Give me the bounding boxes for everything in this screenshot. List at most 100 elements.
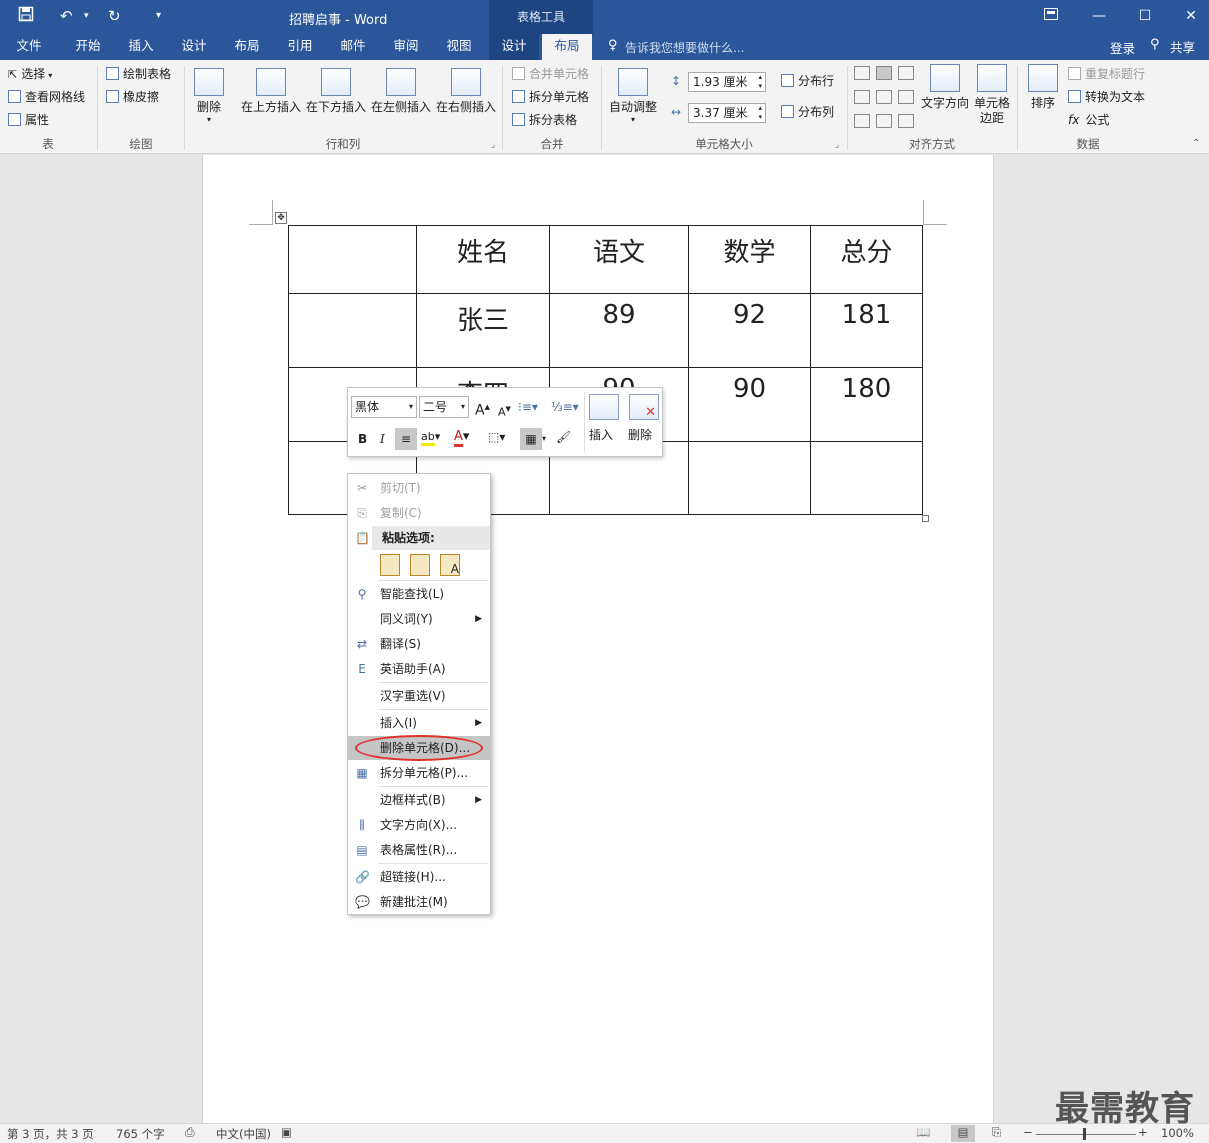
table-cell[interactable]: 92 [688, 293, 811, 368]
print-layout-icon[interactable]: ▤ [951, 1125, 975, 1142]
split-table-button[interactable]: 拆分表格 [512, 111, 577, 129]
collapse-ribbon-icon[interactable]: ⌃ [1192, 138, 1200, 149]
insert-right-button[interactable]: 在右侧插入 [435, 68, 497, 115]
close-button[interactable]: ✕ [1176, 4, 1206, 28]
select-button[interactable]: ⇱ 选择 ▾ [8, 65, 52, 85]
table-cell[interactable] [810, 441, 923, 515]
shrink-font-icon[interactable]: A▼ [498, 400, 511, 422]
align-middle-left-icon[interactable] [854, 90, 870, 104]
menu-item-new-comment[interactable]: 💬 新建批注(M) [348, 890, 490, 914]
borders-icon[interactable]: ▦ [520, 428, 542, 450]
split-cells-button[interactable]: 拆分单元格 [512, 88, 589, 106]
table-cell[interactable]: 语文 [549, 225, 689, 294]
maximize-button[interactable]: ☐ [1130, 4, 1160, 28]
table-delete-icon[interactable]: ✕ [629, 394, 659, 420]
table-cell[interactable]: 数学 [688, 225, 811, 294]
menu-item-split-cells[interactable]: ▦ 拆分单元格(P)... [348, 761, 490, 785]
table-cell[interactable]: 总分 [810, 225, 923, 294]
font-color-icon[interactable]: A▾ [454, 428, 469, 447]
align-middle-center-icon[interactable] [876, 90, 892, 104]
view-gridlines-button[interactable]: 查看网格线 [8, 88, 85, 106]
tab-table-layout[interactable]: 布局 [542, 34, 592, 60]
menu-item-synonyms[interactable]: 同义词(Y) ▶ [348, 607, 490, 631]
table-cell[interactable]: 181 [810, 293, 923, 368]
share-button[interactable]: 共享 [1170, 37, 1195, 56]
align-top-left-icon[interactable] [854, 66, 870, 80]
tab-references[interactable]: 引用 [274, 34, 326, 60]
spinner-icon[interactable]: ▴ ▾ [758, 73, 762, 91]
macro-record-icon[interactable]: ▣ [281, 1125, 292, 1139]
highlight-color-icon[interactable]: ab▾ [421, 428, 440, 446]
align-middle-right-icon[interactable] [898, 90, 914, 104]
table-insert-icon[interactable] [589, 394, 619, 420]
font-dropdown[interactable]: 黑体 ▾ [351, 396, 417, 418]
paste-merge-format-icon[interactable] [410, 554, 430, 576]
font-size-dropdown[interactable]: 二号 ▾ [419, 396, 469, 418]
eraser-button[interactable]: 橡皮擦 [106, 88, 159, 106]
italic-button[interactable]: I [380, 430, 385, 448]
table-cell[interactable] [688, 441, 811, 515]
distribute-rows-button[interactable]: 分布行 [781, 72, 834, 90]
column-width-input[interactable]: 3.37 厘米 ▴ ▾ [688, 103, 766, 123]
word-count[interactable]: 765 个字 [116, 1126, 165, 1142]
center-align-icon[interactable]: ≡ [395, 428, 417, 450]
repeat-header-button[interactable]: 重复标题行 [1068, 65, 1145, 83]
tab-view[interactable]: 视图 [433, 34, 485, 60]
menu-item-table-properties[interactable]: ▤ 表格属性(R)... [348, 838, 490, 862]
tab-file[interactable]: 文件 [0, 34, 58, 60]
table-cell[interactable]: 180 [810, 367, 923, 442]
grow-font-icon[interactable]: A▲ [475, 398, 490, 420]
tab-table-design[interactable]: 设计 [489, 34, 539, 60]
minimize-button[interactable]: — [1084, 4, 1114, 28]
ribbon-display-icon[interactable] [1036, 4, 1066, 28]
bold-button[interactable]: B [358, 430, 367, 448]
numbering-icon[interactable]: ⅓≡▾ [551, 398, 579, 416]
redo-icon[interactable]: ↻ [108, 6, 121, 26]
convert-to-text-button[interactable]: 转换为文本 [1068, 88, 1145, 106]
signin-link[interactable]: 登录 [1110, 38, 1135, 57]
table-cell[interactable] [288, 225, 417, 294]
menu-item-border-styles[interactable]: 边框样式(B) ▶ [348, 788, 490, 812]
bullets-icon[interactable]: ⁝≡▾ [518, 398, 538, 416]
tab-mailings[interactable]: 邮件 [327, 34, 379, 60]
tab-home[interactable]: 开始 [62, 34, 114, 60]
tab-review[interactable]: 审阅 [380, 34, 432, 60]
menu-item-smart-lookup[interactable]: ⚲ 智能查找(L) [348, 582, 490, 606]
menu-item-copy[interactable]: ⎘ 复制(C) [348, 501, 490, 525]
draw-table-button[interactable]: 绘制表格 [106, 65, 171, 83]
insert-left-button[interactable]: 在左侧插入 [370, 68, 432, 115]
dialog-launcher-icon[interactable]: ⌟ [491, 140, 495, 150]
autofit-button[interactable]: 自动调整 ▾ [606, 68, 660, 125]
undo-dropdown-icon[interactable]: ▾ [84, 6, 89, 26]
customize-qat-icon[interactable]: ▾ [156, 6, 161, 26]
shading-icon[interactable]: ⬚▾ [488, 428, 505, 446]
menu-item-cut[interactable]: ✂ 剪切(T) [348, 476, 490, 500]
table-cell[interactable]: 89 [549, 293, 689, 368]
web-layout-icon[interactable]: ⎘ [992, 1125, 1001, 1140]
read-mode-icon[interactable]: 📖 [916, 1125, 930, 1139]
menu-item-hyperlink[interactable]: 🔗 超链接(H)... [348, 865, 490, 889]
formula-button[interactable]: fx 公式 [1068, 111, 1109, 129]
properties-button[interactable]: 属性 [8, 111, 49, 129]
sort-button[interactable]: 排序 [1024, 64, 1062, 111]
paste-text-only-icon[interactable]: A [440, 554, 460, 576]
align-bottom-center-icon[interactable] [876, 114, 892, 128]
tab-layout[interactable]: 布局 [221, 34, 273, 60]
table-move-handle-icon[interactable]: ✥ [275, 212, 287, 224]
table-resize-handle[interactable] [922, 515, 929, 522]
menu-item-reconvert[interactable]: 汉字重选(V) [348, 684, 490, 708]
undo-icon[interactable]: ↶ [60, 6, 73, 26]
cell-margins-button[interactable]: 单元格 边距 [972, 64, 1012, 126]
row-height-input[interactable]: 1.93 厘米 ▴ ▾ [688, 72, 766, 92]
menu-item-translate[interactable]: ⇄ 翻译(S) [348, 632, 490, 656]
text-direction-button[interactable]: 文字方向 [918, 64, 972, 111]
zoom-out-icon[interactable]: − [1023, 1125, 1033, 1139]
table-cell[interactable]: 姓名 [416, 225, 550, 294]
align-bottom-left-icon[interactable] [854, 114, 870, 128]
table-cell[interactable] [288, 293, 417, 368]
page-count[interactable]: 第 3 页，共 3 页 [7, 1126, 94, 1142]
align-top-right-icon[interactable] [898, 66, 914, 80]
distribute-columns-button[interactable]: 分布列 [781, 103, 834, 121]
align-bottom-right-icon[interactable] [898, 114, 914, 128]
spinner-icon[interactable]: ▴ ▾ [758, 104, 762, 122]
